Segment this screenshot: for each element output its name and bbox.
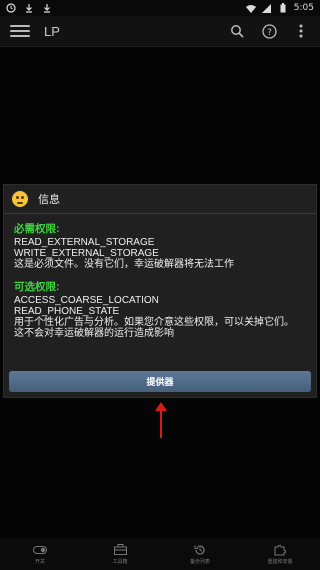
toggle-icon: [33, 544, 47, 556]
nav-label: 重建和安装: [267, 558, 293, 565]
status-time: 5:05: [293, 3, 314, 13]
nav-item-toolbox[interactable]: 工具箱: [95, 544, 145, 565]
search-icon[interactable]: [228, 22, 246, 40]
battery-icon: [278, 3, 288, 13]
provider-button[interactable]: 提供器: [9, 371, 311, 392]
wifi-icon: [245, 3, 256, 13]
alarm-icon: [6, 3, 16, 13]
menu-icon[interactable]: [10, 23, 30, 39]
dialog-title: 信息: [38, 194, 60, 206]
optional-line: 用于个性化广告与分析。如果您介意这些权限，可以关掉它们。: [14, 317, 294, 328]
annotation-arrow-icon: [155, 402, 167, 438]
puzzle-icon: [273, 544, 287, 556]
nav-item-backups[interactable]: 备份列表: [175, 544, 225, 565]
app-title: LP: [44, 23, 60, 39]
dialog-body: 必需权限: READ_EXTERNAL_STORAGE WRITE_EXTERN…: [4, 214, 316, 340]
nav-label: 开关: [34, 558, 45, 565]
nav-label: 备份列表: [189, 558, 210, 565]
smiley-icon: [12, 191, 28, 207]
svg-text:?: ?: [267, 28, 272, 38]
app-screen: 5:05 LP ? 信息 必需权限: READ_EXTERNAL_STORAGE…: [0, 0, 320, 570]
more-icon[interactable]: [292, 22, 310, 40]
nav-label: 工具箱: [112, 558, 128, 565]
required-line: 这是必须文件。没有它们，幸运破解器将无法工作: [14, 259, 234, 270]
required-line: WRITE_EXTERNAL_STORAGE: [14, 248, 159, 259]
optional-line: 这不会对幸运破解器的运行造成影响: [14, 328, 174, 339]
status-bar: 5:05: [0, 0, 320, 16]
download-icon: [42, 3, 52, 13]
info-dialog: 信息 必需权限: READ_EXTERNAL_STORAGE WRITE_EXT…: [3, 184, 317, 398]
help-icon[interactable]: ?: [260, 22, 278, 40]
optional-line: ACCESS_COARSE_LOCATION: [14, 295, 159, 306]
required-line: READ_EXTERNAL_STORAGE: [14, 237, 155, 248]
dialog-header: 信息: [4, 185, 316, 214]
required-heading: 必需权限:: [14, 223, 60, 235]
nav-item-rebuild[interactable]: 重建和安装: [255, 544, 305, 565]
app-bar: LP ?: [0, 16, 320, 47]
nav-item-switch[interactable]: 开关: [15, 544, 65, 565]
optional-line: READ_PHONE_STATE: [14, 306, 120, 317]
optional-heading: 可选权限:: [14, 281, 60, 293]
download-icon: [24, 3, 34, 13]
bottom-nav: 开关 工具箱 备份列表 重建和安装: [0, 538, 320, 570]
signal-icon: [262, 3, 272, 13]
history-icon: [193, 544, 207, 556]
toolbox-icon: [113, 544, 127, 556]
